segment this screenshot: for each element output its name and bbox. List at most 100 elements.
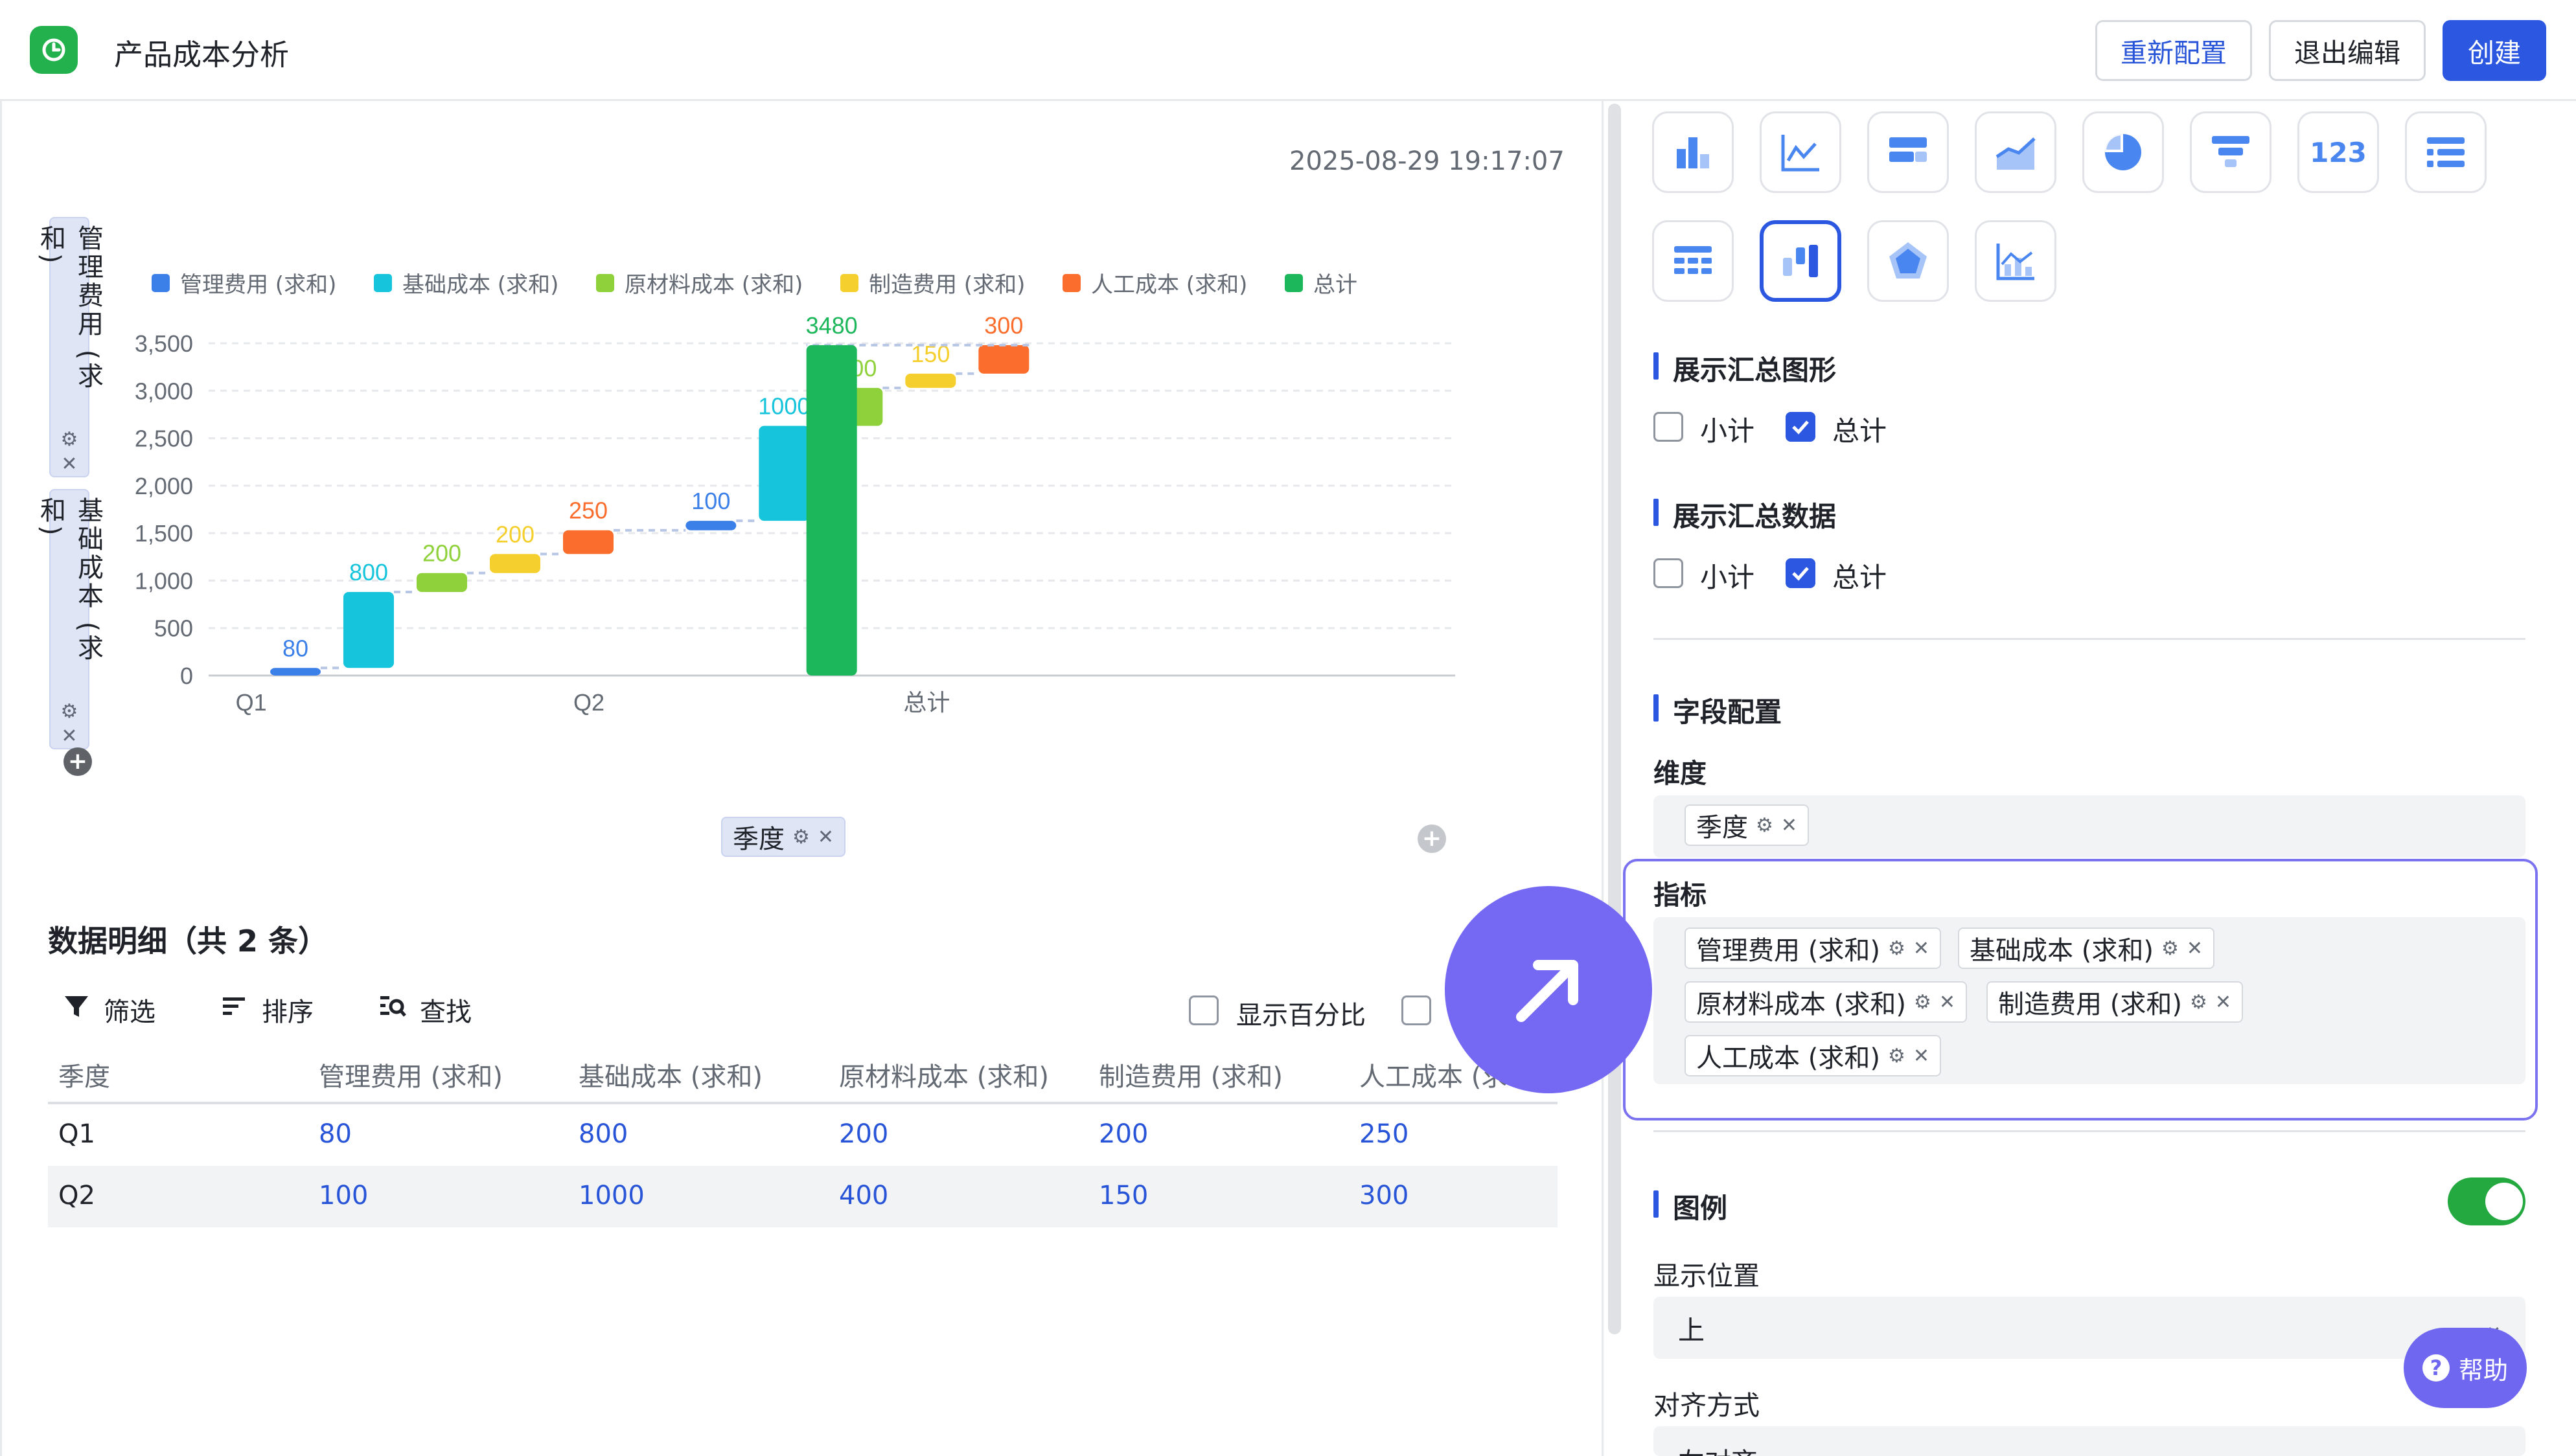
close-icon[interactable]: ✕ <box>818 826 834 848</box>
close-icon[interactable]: ✕ <box>1939 991 1955 1014</box>
close-icon[interactable]: ✕ <box>61 725 77 748</box>
summary-graph-total-checkbox[interactable] <box>1786 412 1815 442</box>
close-icon[interactable]: ✕ <box>1781 814 1797 837</box>
align-select[interactable]: 左对齐 ⌄ <box>1653 1426 2525 1456</box>
gear-icon[interactable]: ⚙ <box>2190 991 2207 1014</box>
open-external-button[interactable] <box>1445 886 1652 1093</box>
number-card-text: 123 <box>2310 136 2367 168</box>
funnel-chart-icon[interactable] <box>2190 111 2271 193</box>
legend-item[interactable]: 人工成本 (求和) <box>1063 267 1247 299</box>
summary-graph-subtotal-checkbox[interactable] <box>1653 412 1683 442</box>
legend-section-title: 图例 <box>1653 1187 1727 1226</box>
chevron-down-icon: ⌄ <box>2483 1442 2503 1456</box>
legend-label: 基础成本 (求和) <box>402 272 559 298</box>
metric-tag[interactable]: 制造费用 (求和) ⚙ ✕ <box>1986 981 2243 1023</box>
y-tick-label: 0 <box>180 663 193 689</box>
metric-tag[interactable]: 管理费用 (求和) ⚙ ✕ <box>1685 927 1941 969</box>
metric-tag-label: 原材料成本 (求和) <box>1696 990 1906 1019</box>
summary-data-title: 展示汇总数据 <box>1653 495 1836 534</box>
gear-icon[interactable]: ⚙ <box>61 428 78 451</box>
horizontal-bar-icon[interactable] <box>1867 111 1949 193</box>
data-label: 100 <box>691 488 730 514</box>
y-tick-label: 1,000 <box>135 567 193 594</box>
gear-icon[interactable]: ⚙ <box>2161 937 2179 960</box>
close-icon[interactable]: ✕ <box>2187 937 2203 960</box>
data-label: 80 <box>282 635 308 661</box>
legend-item[interactable]: 制造费用 (求和) <box>840 267 1025 299</box>
combo-chart-icon[interactable] <box>1975 220 2056 302</box>
metric-tag[interactable]: 人工成本 (求和) ⚙ ✕ <box>1685 1035 1941 1076</box>
top-header: 产品成本分析 重新配置 退出编辑 创建 <box>0 0 2576 101</box>
data-label: 200 <box>496 521 535 547</box>
sort-button[interactable]: 排序 <box>220 991 314 1029</box>
table-cell: 100 <box>319 1181 369 1211</box>
table-header-cell[interactable]: 原材料成本 (求和) <box>839 1056 1049 1093</box>
table-cell: 1000 <box>579 1181 645 1211</box>
waterfall-bar <box>685 521 737 530</box>
legend-item[interactable]: 总计 <box>1285 267 1357 299</box>
legend-label: 制造费用 (求和) <box>869 272 1026 298</box>
gear-icon[interactable]: ⚙ <box>1756 814 1773 837</box>
add-x-field-icon[interactable]: + <box>1418 825 1446 853</box>
metric-tag[interactable]: 基础成本 (求和) ⚙ ✕ <box>1958 927 2214 969</box>
legend-label: 管理费用 (求和) <box>180 272 337 298</box>
y-field-pill-management[interactable]: 管理费用 (求和) ⚙ ✕ <box>36 217 103 477</box>
close-icon[interactable]: ✕ <box>2215 991 2231 1014</box>
legend-item[interactable]: 基础成本 (求和) <box>374 267 558 299</box>
gear-icon[interactable]: ⚙ <box>792 826 810 848</box>
legend-item[interactable]: 原材料成本 (求和) <box>596 267 803 299</box>
summary-data-subtotal-checkbox[interactable] <box>1653 558 1683 588</box>
exit-edit-button[interactable]: 退出编辑 <box>2269 20 2426 81</box>
legend-item[interactable]: 管理费用 (求和) <box>152 267 336 299</box>
gear-icon[interactable]: ⚙ <box>1888 1045 1905 1067</box>
metric-label: 指标 <box>1653 880 1707 911</box>
legend-position-select[interactable]: 上 ⌄ <box>1653 1297 2525 1359</box>
panel-scrollbar[interactable] <box>1608 104 1621 1334</box>
table-icon[interactable] <box>1652 220 1734 302</box>
table-header-cell[interactable]: 制造费用 (求和) <box>1099 1056 1283 1093</box>
summary-data-total-checkbox[interactable] <box>1786 558 1815 588</box>
close-icon[interactable]: ✕ <box>1913 937 1929 960</box>
secondary-checkbox[interactable] <box>1401 995 1431 1025</box>
number-card-icon[interactable]: 123 <box>2297 111 2379 193</box>
dimension-tag-label: 季度 <box>1696 813 1748 843</box>
filter-button[interactable]: 筛选 <box>62 991 155 1029</box>
y-tick-label: 3,500 <box>135 330 193 357</box>
metric-tag-label: 基础成本 (求和) <box>1970 936 2154 966</box>
area-chart-icon[interactable] <box>1975 111 2056 193</box>
pie-chart-icon[interactable] <box>2082 111 2164 193</box>
table-header-cell[interactable]: 基础成本 (求和) <box>579 1056 763 1093</box>
gear-icon[interactable]: ⚙ <box>61 700 78 723</box>
gear-icon[interactable]: ⚙ <box>1888 937 1905 960</box>
y-tick-label: 2,500 <box>135 426 193 452</box>
close-icon[interactable]: ✕ <box>61 453 77 476</box>
show-percent-checkbox[interactable] <box>1189 995 1219 1025</box>
dimension-tag[interactable]: 季度 ⚙ ✕ <box>1685 804 1810 846</box>
add-y-field-icon[interactable]: + <box>63 747 92 776</box>
create-button[interactable]: 创建 <box>2443 20 2546 81</box>
legend-swatch <box>374 273 392 292</box>
x-field-pill[interactable]: 季度 ⚙ ✕ <box>721 817 846 857</box>
help-icon: ? <box>2422 1354 2450 1382</box>
y-field-label: 基础成本 (求和) <box>36 497 103 663</box>
y-field-pill-base-cost[interactable]: 基础成本 (求和) ⚙ ✕ <box>36 489 103 749</box>
table-header-cell[interactable]: 管理费用 (求和) <box>319 1056 503 1093</box>
table-header-cell[interactable]: 季度 <box>58 1056 110 1093</box>
close-icon[interactable]: ✕ <box>1913 1045 1929 1067</box>
radar-chart-icon[interactable] <box>1867 220 1949 302</box>
metric-tag[interactable]: 原材料成本 (求和) ⚙ ✕ <box>1685 981 1967 1023</box>
line-chart-icon[interactable] <box>1760 111 1841 193</box>
table-row-bg <box>48 1166 1558 1227</box>
waterfall-chart-icon[interactable] <box>1760 220 1841 302</box>
table-cell: 400 <box>839 1181 889 1211</box>
field-config-title: 字段配置 <box>1653 690 1782 730</box>
bar-chart-icon[interactable] <box>1652 111 1734 193</box>
waterfall-bar <box>759 426 810 521</box>
list-icon[interactable] <box>2405 111 2487 193</box>
help-button[interactable]: ? 帮助 <box>2404 1328 2527 1408</box>
find-button[interactable]: 查找 <box>378 991 472 1029</box>
reconfigure-button[interactable]: 重新配置 <box>2095 20 2252 81</box>
check-icon <box>1792 420 1809 435</box>
summary-graph-title: 展示汇总图形 <box>1653 348 1836 388</box>
gear-icon[interactable]: ⚙ <box>1914 991 1931 1014</box>
